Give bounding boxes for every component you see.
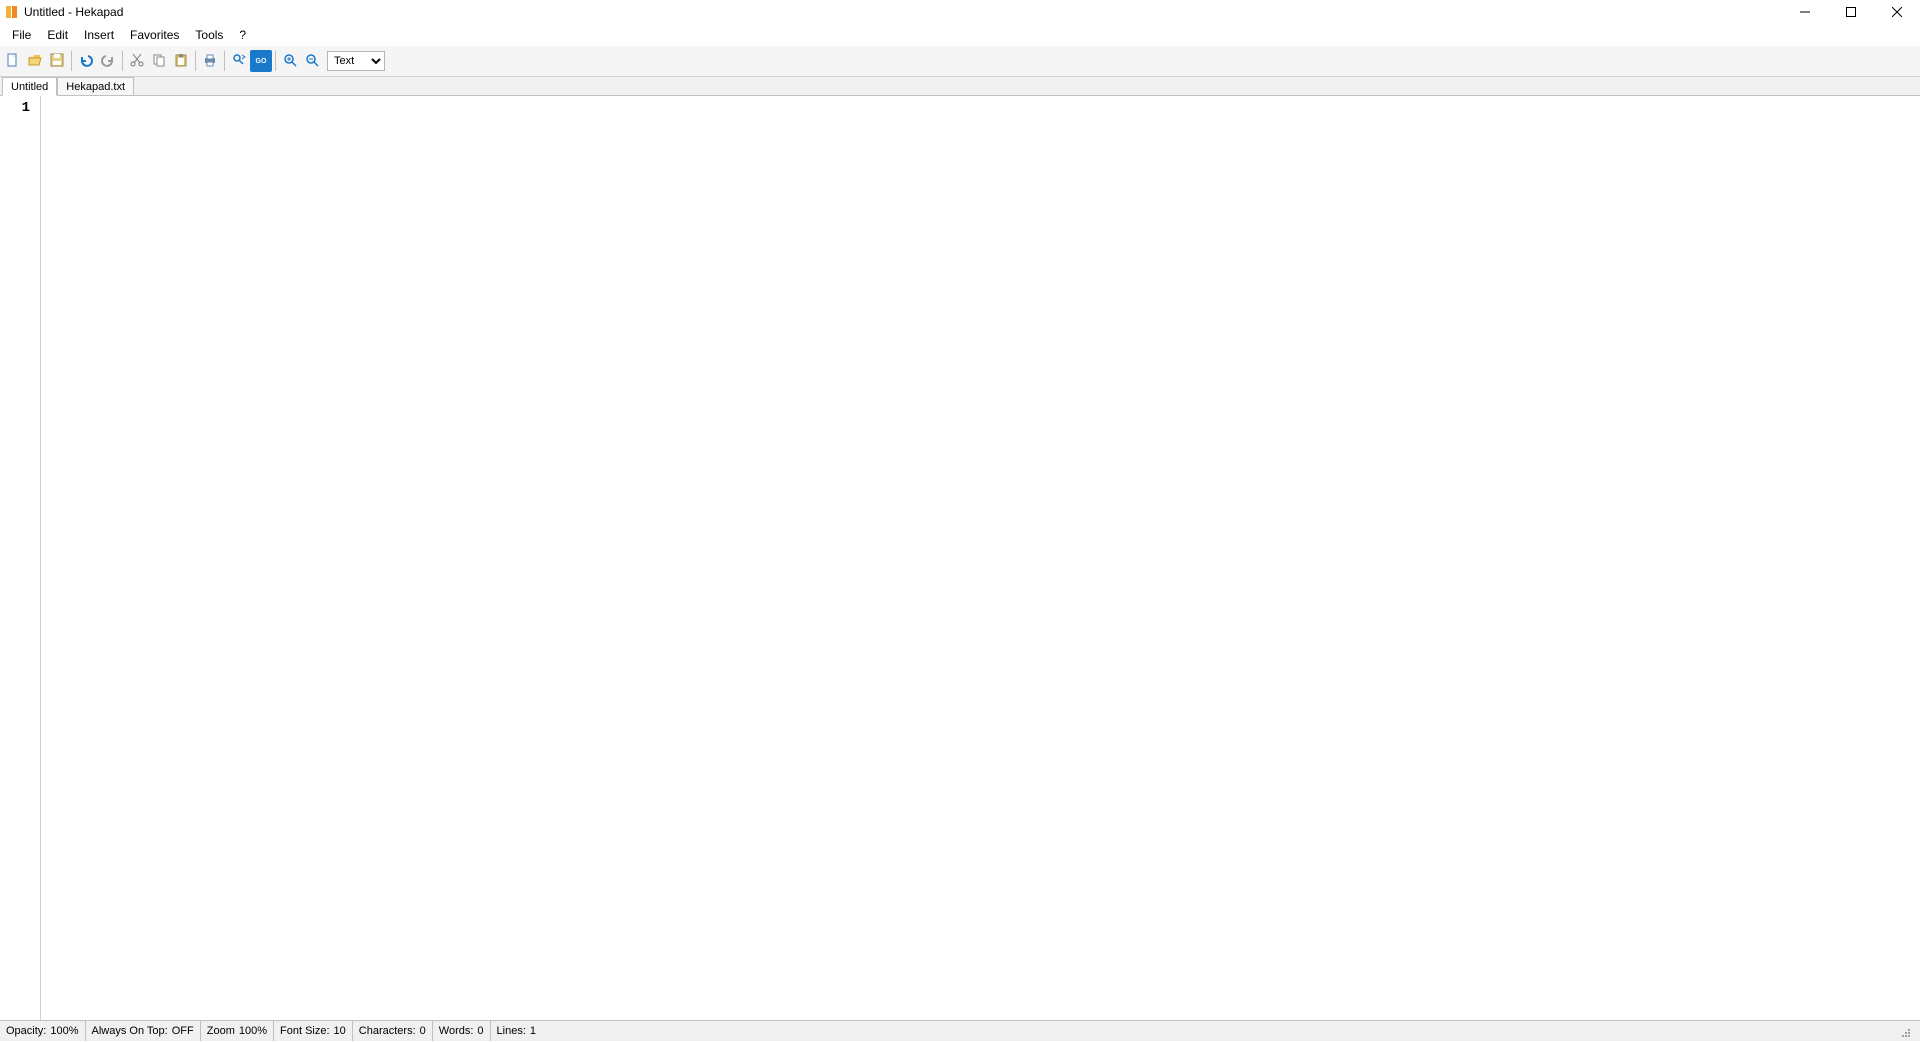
status-zoom[interactable]: Zoom 100% [201, 1021, 274, 1041]
status-label: Characters: [359, 1025, 416, 1037]
print-button[interactable] [199, 50, 221, 72]
new-file-button[interactable] [2, 50, 24, 72]
status-value: OFF [172, 1025, 194, 1037]
resize-grip-icon[interactable] [1896, 1023, 1912, 1039]
toolbar-separator [224, 51, 225, 71]
line-number-gutter: 1 [0, 96, 41, 1020]
redo-button[interactable] [97, 50, 119, 72]
copy-button[interactable] [148, 50, 170, 72]
status-always-on-top[interactable]: Always On Top: OFF [86, 1021, 201, 1041]
text-editor[interactable] [41, 96, 1920, 1020]
status-label: Lines: [497, 1025, 526, 1037]
menu-tools[interactable]: Tools [187, 24, 231, 46]
zoom-out-button[interactable] [301, 50, 323, 72]
status-value: 10 [334, 1025, 346, 1037]
menu-bar: File Edit Insert Favorites Tools ? [0, 24, 1920, 46]
zoom-in-icon [282, 52, 298, 71]
status-value: 0 [477, 1025, 483, 1037]
undo-icon [78, 52, 94, 71]
status-bar: Opacity: 100% Always On Top: OFF Zoom 10… [0, 1020, 1920, 1041]
save-icon [49, 52, 65, 71]
status-label: Always On Top: [92, 1025, 168, 1037]
toolbar: GO Text [0, 46, 1920, 77]
save-button[interactable] [46, 50, 68, 72]
menu-insert[interactable]: Insert [76, 24, 122, 46]
menu-help[interactable]: ? [231, 24, 254, 46]
undo-button[interactable] [75, 50, 97, 72]
status-value: 100% [239, 1025, 267, 1037]
redo-icon [100, 52, 116, 71]
status-opacity[interactable]: Opacity: 100% [0, 1021, 86, 1041]
toolbar-separator [122, 51, 123, 71]
maximize-button[interactable] [1828, 0, 1874, 24]
editor-area: 1 [0, 96, 1920, 1020]
goto-icon: GO [253, 52, 269, 71]
paste-button[interactable] [170, 50, 192, 72]
print-icon [202, 52, 218, 71]
document-tab[interactable]: Hekapad.txt [57, 77, 134, 95]
status-value: 0 [420, 1025, 426, 1037]
find-replace-button[interactable] [228, 50, 250, 72]
goto-button[interactable]: GO [250, 50, 272, 72]
new-file-icon [5, 52, 21, 71]
status-words: Words: 0 [433, 1021, 491, 1041]
status-value: 1 [530, 1025, 536, 1037]
document-tab-label: Hekapad.txt [66, 81, 125, 93]
menu-favorites[interactable]: Favorites [122, 24, 187, 46]
status-label: Font Size: [280, 1025, 330, 1037]
app-window: Untitled - Hekapad File Edit Insert Favo… [0, 0, 1920, 1041]
menu-edit[interactable]: Edit [39, 24, 76, 46]
find-replace-icon [231, 52, 247, 71]
status-label: Zoom [207, 1025, 235, 1037]
status-label: Words: [439, 1025, 474, 1037]
title-bar: Untitled - Hekapad [0, 0, 1920, 24]
zoom-out-icon [304, 52, 320, 71]
status-font-size[interactable]: Font Size: 10 [274, 1021, 353, 1041]
syntax-select[interactable]: Text [327, 51, 385, 71]
close-button[interactable] [1874, 0, 1920, 24]
cut-icon [129, 52, 145, 71]
line-number: 1 [0, 100, 40, 118]
copy-icon [151, 52, 167, 71]
app-icon [4, 4, 20, 20]
svg-text:GO: GO [256, 58, 267, 65]
minimize-button[interactable] [1782, 0, 1828, 24]
cut-button[interactable] [126, 50, 148, 72]
status-lines: Lines: 1 [491, 1021, 1920, 1041]
open-folder-icon [27, 52, 43, 71]
status-value: 100% [50, 1025, 78, 1037]
toolbar-separator [275, 51, 276, 71]
menu-file[interactable]: File [4, 24, 39, 46]
document-tab-label: Untitled [11, 81, 48, 93]
open-file-button[interactable] [24, 50, 46, 72]
toolbar-separator [195, 51, 196, 71]
toolbar-separator [71, 51, 72, 71]
status-label: Opacity: [6, 1025, 46, 1037]
zoom-in-button[interactable] [279, 50, 301, 72]
window-title: Untitled - Hekapad [24, 5, 123, 19]
status-characters: Characters: 0 [353, 1021, 433, 1041]
document-tab[interactable]: Untitled [2, 77, 57, 96]
document-tab-bar: Untitled Hekapad.txt [0, 77, 1920, 96]
paste-icon [173, 52, 189, 71]
